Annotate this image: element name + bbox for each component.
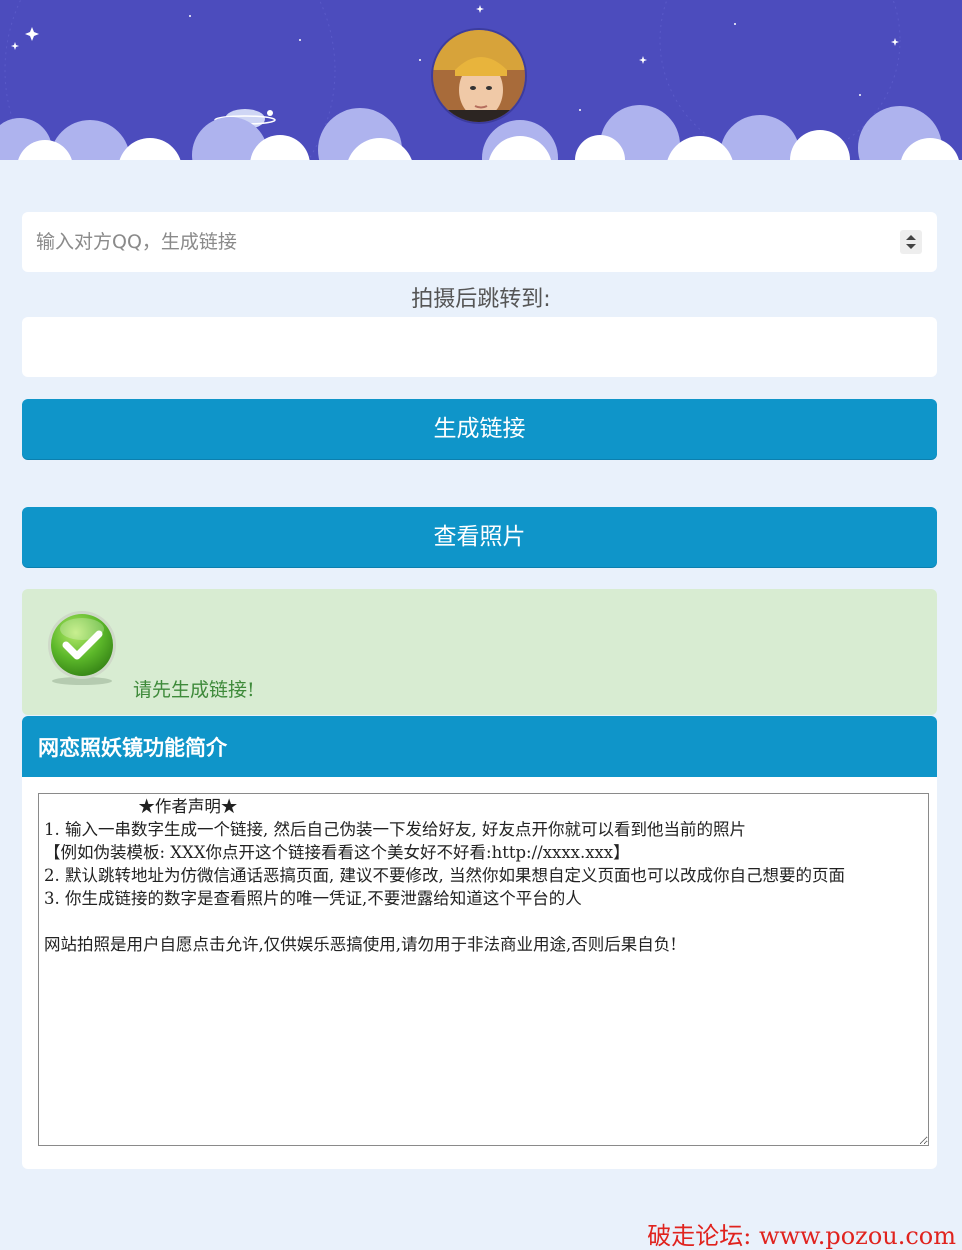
notice-textarea[interactable]: ★作者声明★ 1. 输入一串数字生成一个链接, 然后自己伪装一下发给好友, 好友… (38, 793, 929, 1146)
header-banner (0, 0, 962, 160)
panel-title: 网恋照妖镜功能简介 (22, 716, 937, 777)
avatar (431, 28, 527, 124)
checkmark-icon (48, 611, 116, 685)
redirect-label: 拍摄后跳转到: (411, 287, 551, 312)
watermark-text: 破走论坛: www.pozou.com (647, 1222, 956, 1250)
qq-number-input[interactable] (22, 212, 937, 272)
spinner-arrows-icon (906, 235, 916, 249)
generate-link-button[interactable]: 生成链接 (22, 399, 937, 459)
view-photos-button[interactable]: 查看照片 (22, 507, 937, 567)
panel-body: ★作者声明★ 1. 输入一串数字生成一个链接, 然后自己伪装一下发给好友, 好友… (38, 793, 929, 1146)
profile-photo (433, 30, 525, 122)
redirect-url-input[interactable] (22, 317, 937, 377)
number-spinner[interactable] (900, 230, 922, 254)
status-alert: 请先生成链接! (22, 589, 937, 715)
intro-panel: 网恋照妖镜功能简介 ★作者声明★ 1. 输入一串数字生成一个链接, 然后自己伪装… (22, 716, 937, 1169)
alert-message: 请先生成链接! (133, 679, 255, 701)
